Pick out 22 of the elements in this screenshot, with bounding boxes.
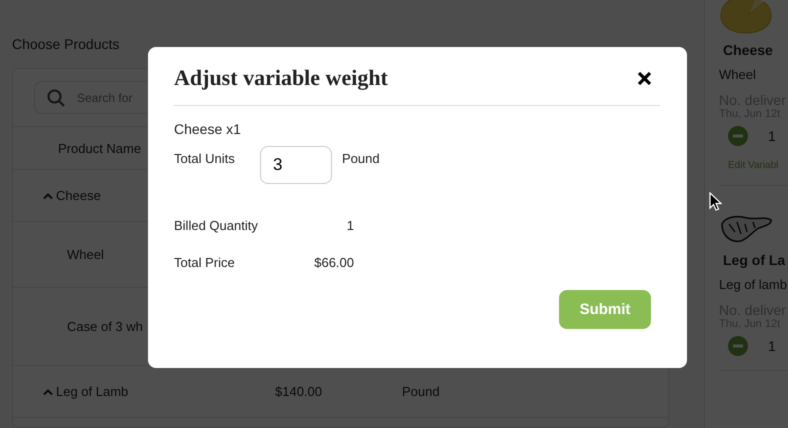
variant-name: Case of 3 wh — [67, 319, 143, 334]
cart-item-name: Cheese — [723, 42, 773, 58]
product-group-name: Leg of Lamb — [56, 384, 128, 399]
billed-value: 1 — [346, 218, 354, 233]
column-header: Product Name — [58, 140, 142, 156]
cart-item-variant: Wheel — [719, 67, 756, 82]
unit-cell: Pound — [402, 384, 440, 399]
cart-item-name: Leg of La — [723, 252, 786, 268]
units-label: Total Units — [174, 151, 236, 166]
price-label: Total Price — [174, 255, 236, 270]
billed-label: Billed Quantity — [174, 218, 259, 233]
item-label: Cheese x1 — [174, 121, 242, 137]
price-value: $66.00 — [313, 255, 354, 270]
quantity: 1 — [768, 338, 776, 354]
price-cell-text: $140.00 — [275, 384, 323, 399]
cart-item-variant: Leg of lamb — [719, 277, 787, 292]
page-title: Choose Products — [12, 36, 120, 54]
product-group-name: Cheese — [56, 188, 101, 203]
variant-name: Wheel — [67, 247, 104, 262]
quantity: 1 — [768, 128, 776, 144]
dialog-title: Adjust variable weight — [174, 65, 388, 91]
unit-label: Pound — [342, 151, 380, 166]
